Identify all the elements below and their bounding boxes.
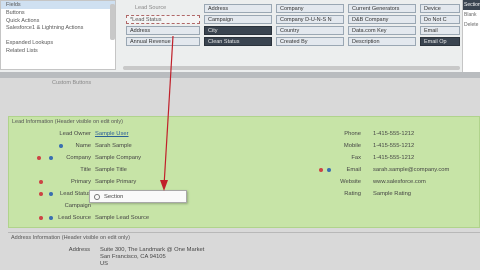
field-lead-status-dragging[interactable]: *Lead Status (126, 15, 200, 24)
right-col-blank[interactable]: Blank (463, 10, 480, 20)
value-mobile: 1-415-555-1212 (373, 143, 415, 149)
label-website: Website (340, 179, 361, 185)
label-mobile: Mobile (343, 143, 361, 149)
category-salesforce1-actions[interactable]: Salesforce1 & Lightning Actions (1, 25, 115, 39)
row-name: Name Sarah Sample (9, 141, 249, 151)
field-country[interactable]: Country (276, 26, 344, 35)
field-palette-grid: Lead Source Address Company Current Gene… (122, 0, 462, 72)
value-title: Sample Title (95, 167, 127, 173)
value-address-line3: US (100, 261, 109, 267)
palette-divider[interactable] (0, 72, 480, 78)
lead-section-header: Lead Information (Header visible on edit… (12, 119, 123, 125)
value-lead-owner[interactable]: Sample User (95, 129, 129, 139)
value-email: sarah.sample@company.com (373, 167, 450, 173)
label-phone: Phone (344, 131, 361, 137)
field-email-opt-out[interactable]: Email Op (420, 37, 460, 46)
field-dnb-company[interactable]: D&B Company (348, 15, 416, 24)
palette-right-column: Section Blank Delete (462, 0, 480, 72)
field-clean-status[interactable]: Clean Status (204, 37, 272, 46)
field-annual-revenue[interactable]: Annual Revenue (126, 37, 200, 46)
field-address[interactable]: Address (204, 4, 272, 13)
label-email: Email (346, 167, 362, 173)
row-lead-source: Lead Source Sample Lead Source (9, 213, 249, 223)
label-rating: Rating (344, 191, 361, 197)
section-icon (94, 194, 100, 200)
drop-target-tooltip: Section (89, 190, 187, 203)
label-company: Company (66, 155, 91, 161)
field-lead-source[interactable]: Lead Source (132, 4, 194, 13)
tooltip-label: Section (104, 194, 124, 200)
label-name: Name (75, 143, 91, 149)
lead-information-section[interactable]: Lead Information (Header visible on edit… (8, 116, 480, 228)
field-company[interactable]: Company (276, 4, 344, 13)
category-buttons[interactable]: Buttons (1, 9, 115, 17)
row-phone: Phone 1-415-555-1212 (259, 129, 479, 139)
field-datacom-key[interactable]: Data.com Key (348, 26, 416, 35)
value-fax: 1-415-555-1212 (373, 155, 415, 161)
value-rating: Sample Rating (373, 191, 412, 197)
category-list-scrollbar[interactable] (110, 4, 115, 40)
label-primary: Primary (71, 179, 91, 185)
row-mobile: Mobile 1-415-555-1212 (259, 141, 479, 151)
category-related-lists[interactable]: Related Lists (1, 47, 115, 55)
label-lead-owner: Lead Owner (59, 131, 91, 137)
field-city[interactable]: City (204, 26, 272, 35)
field-do-not-call[interactable]: Do Not C (420, 15, 460, 24)
row-address-3: US (8, 259, 308, 269)
field-address-2[interactable]: Address (126, 26, 200, 35)
row-company: Company Sample Company (9, 153, 249, 163)
row-rating: Rating Sample Rating (259, 189, 479, 199)
label-fax: Fax (351, 155, 361, 161)
label-lead-source: Lead Source (58, 215, 91, 221)
category-fields[interactable]: Fields (1, 1, 115, 9)
value-company: Sample Company (95, 155, 142, 161)
value-name: Sarah Sample (95, 143, 132, 149)
value-website: www.salesforce.com (373, 179, 426, 185)
field-device[interactable]: Device (420, 4, 460, 13)
address-information-section[interactable]: Address Information (Header visible on e… (8, 232, 480, 270)
field-email[interactable]: Email (420, 26, 460, 35)
address-section-header: Address Information (Header visible on e… (11, 235, 130, 241)
label-campaign: Campaign (64, 203, 91, 209)
row-lead-owner: Lead Owner Sample User (9, 129, 249, 139)
row-email: Email sarah.sample@company.com (259, 165, 479, 175)
field-campaign[interactable]: Campaign (204, 15, 272, 24)
label-title: Title (80, 167, 91, 173)
field-company-duns[interactable]: Company D-U-N-S N (276, 15, 344, 24)
field-created-by[interactable]: Created By (276, 37, 344, 46)
field-description[interactable]: Description (348, 37, 416, 46)
value-lead-source: Sample Lead Source (95, 215, 150, 221)
row-website: Website www.salesforce.com (259, 177, 479, 187)
row-fax: Fax 1-415-555-1212 (259, 153, 479, 163)
field-current-generators[interactable]: Current Generators (348, 4, 416, 13)
right-col-delete[interactable]: Delete (463, 20, 480, 30)
category-quick-actions[interactable]: Quick Actions (1, 17, 115, 25)
label-lead-status: Lead Status (60, 191, 91, 197)
row-title: Title Sample Title (9, 165, 249, 175)
field-grid-scrollbar[interactable] (123, 66, 460, 70)
custom-buttons-label: Custom Buttons (52, 80, 92, 86)
palette-category-list: Fields Buttons Quick Actions Salesforce1… (0, 0, 116, 70)
right-col-section[interactable]: Section (463, 0, 480, 10)
category-expanded-lookups[interactable]: Expanded Lookups (1, 39, 115, 47)
row-primary: Primary Sample Primary (9, 177, 249, 187)
value-primary: Sample Primary (95, 179, 137, 185)
value-phone: 1-415-555-1212 (373, 131, 415, 137)
